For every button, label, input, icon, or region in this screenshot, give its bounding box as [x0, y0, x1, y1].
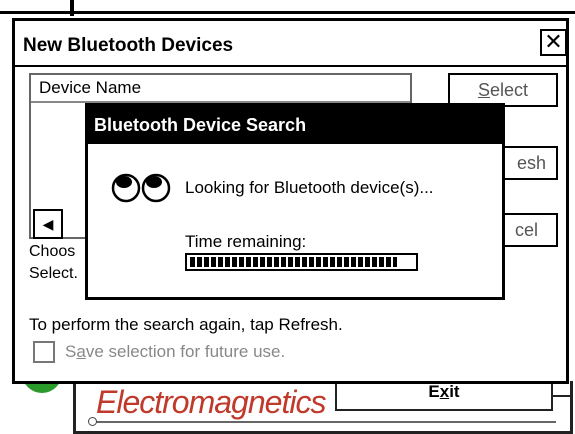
- close-button[interactable]: ✕: [540, 29, 567, 56]
- slider-track[interactable]: [96, 421, 556, 423]
- scroll-left-icon: ◀: [42, 216, 54, 232]
- save-selection-label[interactable]: Save selection for future use.: [65, 342, 285, 362]
- exit-button[interactable]: Exit: [335, 383, 553, 411]
- searching-message: Looking for Bluetooth device(s)...: [185, 178, 434, 197]
- slider-handle[interactable]: [88, 417, 97, 426]
- save-label-underlined: a: [76, 342, 86, 361]
- close-icon: ✕: [544, 29, 563, 54]
- scroll-left-button[interactable]: ◀: [33, 209, 63, 239]
- select-button[interactable]: Select: [448, 73, 558, 107]
- select-label-rest: elect: [489, 80, 529, 100]
- refresh-label: esh: [516, 153, 546, 173]
- save-selection-row[interactable]: Save selection for future use.: [33, 341, 285, 363]
- exit-label-underlined: x: [439, 382, 450, 401]
- background-divider: [70, 0, 74, 16]
- title-separator: [15, 65, 566, 67]
- dialog-title: New Bluetooth Devices: [23, 35, 234, 56]
- eyes-icon: [111, 173, 171, 203]
- refresh-instruction: To perform the search again, tap Refresh…: [29, 315, 343, 334]
- exit-label-rest: it: [449, 382, 460, 401]
- save-label-prefix: S: [65, 342, 77, 361]
- background-top-bar: [0, 0, 575, 14]
- choose-instruction-line2: Select.: [29, 265, 78, 282]
- save-selection-checkbox[interactable]: [33, 341, 55, 363]
- save-label-rest: ve selection for future use.: [85, 342, 286, 361]
- column-header-device-name[interactable]: Device Name: [31, 75, 410, 103]
- time-remaining-progress: [185, 253, 418, 271]
- choose-instruction: Choos Select.: [29, 241, 78, 285]
- select-label-underlined: S: [477, 80, 490, 100]
- choose-instruction-line1: Choos: [29, 243, 76, 260]
- cancel-label: cel: [514, 220, 538, 240]
- progress-fill: [190, 257, 398, 267]
- app-logo: Electromagnetics: [96, 384, 326, 420]
- popup-title: Bluetooth Device Search: [88, 106, 502, 144]
- background-tick: [553, 395, 573, 397]
- time-remaining-label: Time remaining:: [185, 232, 307, 251]
- bluetooth-search-popup: Bluetooth Device Search Looking for Blue…: [85, 103, 505, 300]
- exit-label-prefix: E: [428, 382, 440, 401]
